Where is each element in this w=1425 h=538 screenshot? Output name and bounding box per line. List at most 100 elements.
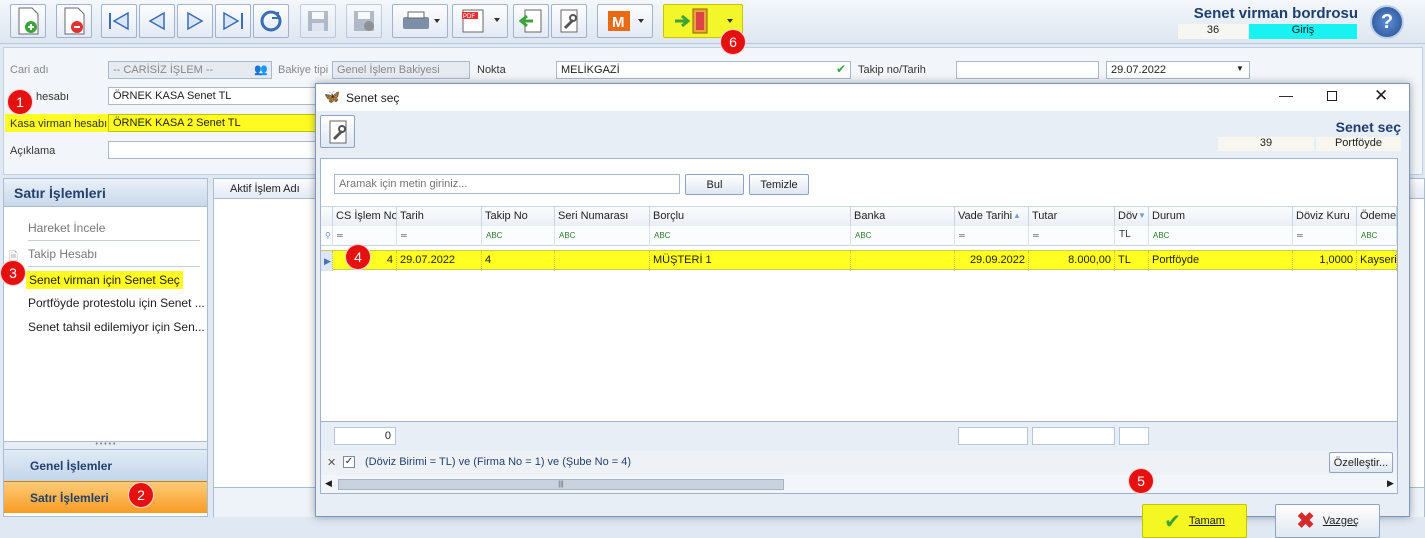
cell-durum[interactable]: Portföyde	[1149, 251, 1293, 271]
menu-item-takip[interactable]: Takip Hesabı	[28, 247, 97, 261]
filter-cell[interactable]: TL	[1115, 226, 1149, 246]
aciklama-field[interactable]	[108, 141, 318, 159]
grid-filter-row: ⚲ ═ ═ ABC ABC ABC ABC ═ ═ TL ABC ═ ABC	[321, 226, 1397, 246]
filter-cell[interactable]: ═	[1029, 226, 1115, 246]
filter-cell[interactable]: ═	[1293, 226, 1357, 246]
col-header-doviz-kuru[interactable]: Döviz Kuru	[1293, 207, 1357, 227]
filter-expression[interactable]: (Döviz Birimi = TL) ve (Firma No = 1) ve…	[365, 456, 631, 468]
dialog-body: Senet seç 39 Portföyde Bul Temizle CS İş…	[316, 111, 1409, 538]
filter-cell[interactable]: ABC	[555, 226, 650, 246]
cell-vade-tarihi[interactable]: 29.09.2022	[955, 251, 1029, 271]
filter-cell[interactable]: ═	[333, 226, 397, 246]
menu-item-hareket[interactable]: Hareket İncele	[28, 221, 105, 235]
help-button[interactable]: ?	[1370, 5, 1404, 39]
col-header-odeme[interactable]: Ödeme	[1357, 207, 1397, 227]
col-header-tutar[interactable]: Tutar	[1029, 207, 1115, 227]
general-operations-tab[interactable]: Genel İşlemler	[4, 449, 207, 481]
date-dropdown-icon[interactable]: ▼	[1236, 64, 1244, 73]
cell-doviz-kuru[interactable]: 1,0000	[1293, 251, 1357, 271]
minimize-button[interactable]: —	[1279, 87, 1293, 103]
cell-doviz[interactable]: TL	[1115, 251, 1149, 271]
cell-borclu[interactable]: MÜŞTERİ 1	[650, 251, 851, 271]
col-header-durum[interactable]: Durum	[1149, 207, 1293, 227]
cell-tarih[interactable]: 29.07.2022	[397, 251, 482, 271]
takip-no-field[interactable]	[956, 61, 1099, 79]
new-document-button[interactable]	[10, 4, 46, 38]
last-record-button[interactable]	[215, 4, 251, 38]
search-input[interactable]	[334, 174, 680, 194]
virman-field[interactable]: ÖRNEK KASA 2 Senet TL	[108, 114, 318, 132]
import-button[interactable]	[513, 4, 549, 38]
step-badge-1: 1	[7, 89, 33, 115]
scroll-right-icon[interactable]: ▶	[1387, 478, 1394, 489]
col-header-seri-numarasi[interactable]: Seri Numarası	[555, 207, 650, 227]
filter-cell[interactable]: ABC	[482, 226, 555, 246]
close-button[interactable]: ✕	[1374, 86, 1388, 106]
cari-field[interactable]: -- CARİSİZ İŞLEM --	[108, 61, 272, 79]
delete-document-button[interactable]	[56, 4, 92, 38]
line-operations-tab[interactable]: Satır İşlemleri	[4, 481, 207, 513]
col-header-banka[interactable]: Banka	[851, 207, 955, 227]
filter-icon[interactable]: ▼	[1138, 211, 1146, 220]
grid-footer: 0	[321, 421, 1397, 451]
menu-item-protestolu[interactable]: Portföyde protestolu için Senet ...	[28, 296, 205, 310]
scroll-thumb[interactable]: |||	[338, 479, 784, 490]
ok-button[interactable]: ✔ Tamam	[1142, 504, 1247, 538]
tools-button[interactable]	[551, 4, 587, 38]
cell-seri-numarasi[interactable]	[555, 251, 650, 271]
m-module-button[interactable]: M	[597, 4, 653, 38]
x-icon: ✖	[1296, 508, 1315, 533]
filter-cell[interactable]: ABC	[650, 226, 851, 246]
filter-enabled-checkbox[interactable]: ✓	[343, 456, 355, 468]
filter-cell[interactable]: ABC	[1357, 226, 1397, 246]
nokta-field[interactable]: MELİKGAZİ	[556, 61, 851, 79]
print-button[interactable]	[392, 4, 448, 38]
scroll-left-icon[interactable]: ◀	[325, 478, 332, 489]
dialog-tools-button[interactable]	[320, 115, 355, 148]
kasa-field[interactable]: ÖRNEK KASA Senet TL	[108, 87, 318, 105]
bakiye-field[interactable]: Genel İşlem Bakiyesi	[332, 61, 470, 79]
col-header-tarih[interactable]: Tarih	[397, 207, 482, 227]
nokta-label: Nokta	[477, 64, 506, 76]
virman-label: Kasa virman hesabı	[10, 118, 108, 130]
takip-date-field[interactable]: 29.07.2022	[1106, 61, 1250, 79]
dialog-title: Senet seç	[346, 91, 400, 105]
cell-banka[interactable]	[851, 251, 955, 271]
senet-sec-dialog: 🦋 Senet seç — ✕ Senet seç 39 Portföyde B…	[315, 83, 1410, 538]
kasa-label: hesabı	[36, 91, 70, 103]
refresh-button[interactable]	[253, 4, 289, 38]
clear-button[interactable]: Temizle	[749, 174, 809, 195]
cell-odeme[interactable]: Kayseri	[1357, 251, 1397, 271]
first-record-button[interactable]	[101, 4, 137, 38]
clear-filter-icon[interactable]: ✕	[327, 456, 336, 469]
horizontal-scrollbar[interactable]: ◀ ||| ▶	[321, 475, 1397, 493]
customize-button[interactable]: Özelleştir...	[1329, 452, 1393, 473]
next-record-button[interactable]	[177, 4, 213, 38]
col-header-takip-no[interactable]: Takip No	[482, 207, 555, 227]
filter-row-icon: ⚲	[321, 226, 333, 246]
col-header-cs-islem-no[interactable]: CS İşlem No	[333, 207, 397, 227]
cell-takip-no[interactable]: 4	[482, 251, 555, 271]
table-row[interactable]: ▶ 4 29.07.2022 4 MÜŞTERİ 1 29.09.2022 8.…	[321, 250, 1397, 271]
menu-item-tahsil[interactable]: Senet tahsil edilemiyor için Sen...	[28, 320, 205, 334]
filter-cell[interactable]: ABC	[851, 226, 955, 246]
save-cancel-button[interactable]	[346, 4, 382, 38]
main-toolbar: PDF M Senet virman bordrosu 36 Giriş ?	[0, 0, 1425, 44]
filter-cell[interactable]: ═	[955, 226, 1029, 246]
takip-label: Takip no/Tarih	[858, 64, 926, 76]
bakiye-label: Bakiye tipi	[278, 64, 329, 76]
cancel-button[interactable]: ✖ Vazgeç	[1275, 504, 1380, 538]
previous-record-button[interactable]	[139, 4, 175, 38]
cell-tutar[interactable]: 8.000,00	[1029, 251, 1115, 271]
filter-cell[interactable]: ═	[397, 226, 482, 246]
pdf-export-button[interactable]: PDF	[452, 4, 508, 38]
delete-document-icon	[64, 7, 85, 35]
find-button[interactable]: Bul	[685, 174, 744, 195]
filter-cell[interactable]: ABC	[1149, 226, 1293, 246]
maximize-button[interactable]	[1327, 91, 1337, 101]
save-button[interactable]	[300, 4, 336, 38]
splitter-handle[interactable]: • • • • •	[4, 441, 207, 449]
col-header-borclu[interactable]: Borçlu	[650, 207, 851, 227]
menu-item-senet-sec[interactable]: Senet virman için Senet Seç	[26, 271, 183, 289]
refresh-icon	[260, 10, 282, 32]
